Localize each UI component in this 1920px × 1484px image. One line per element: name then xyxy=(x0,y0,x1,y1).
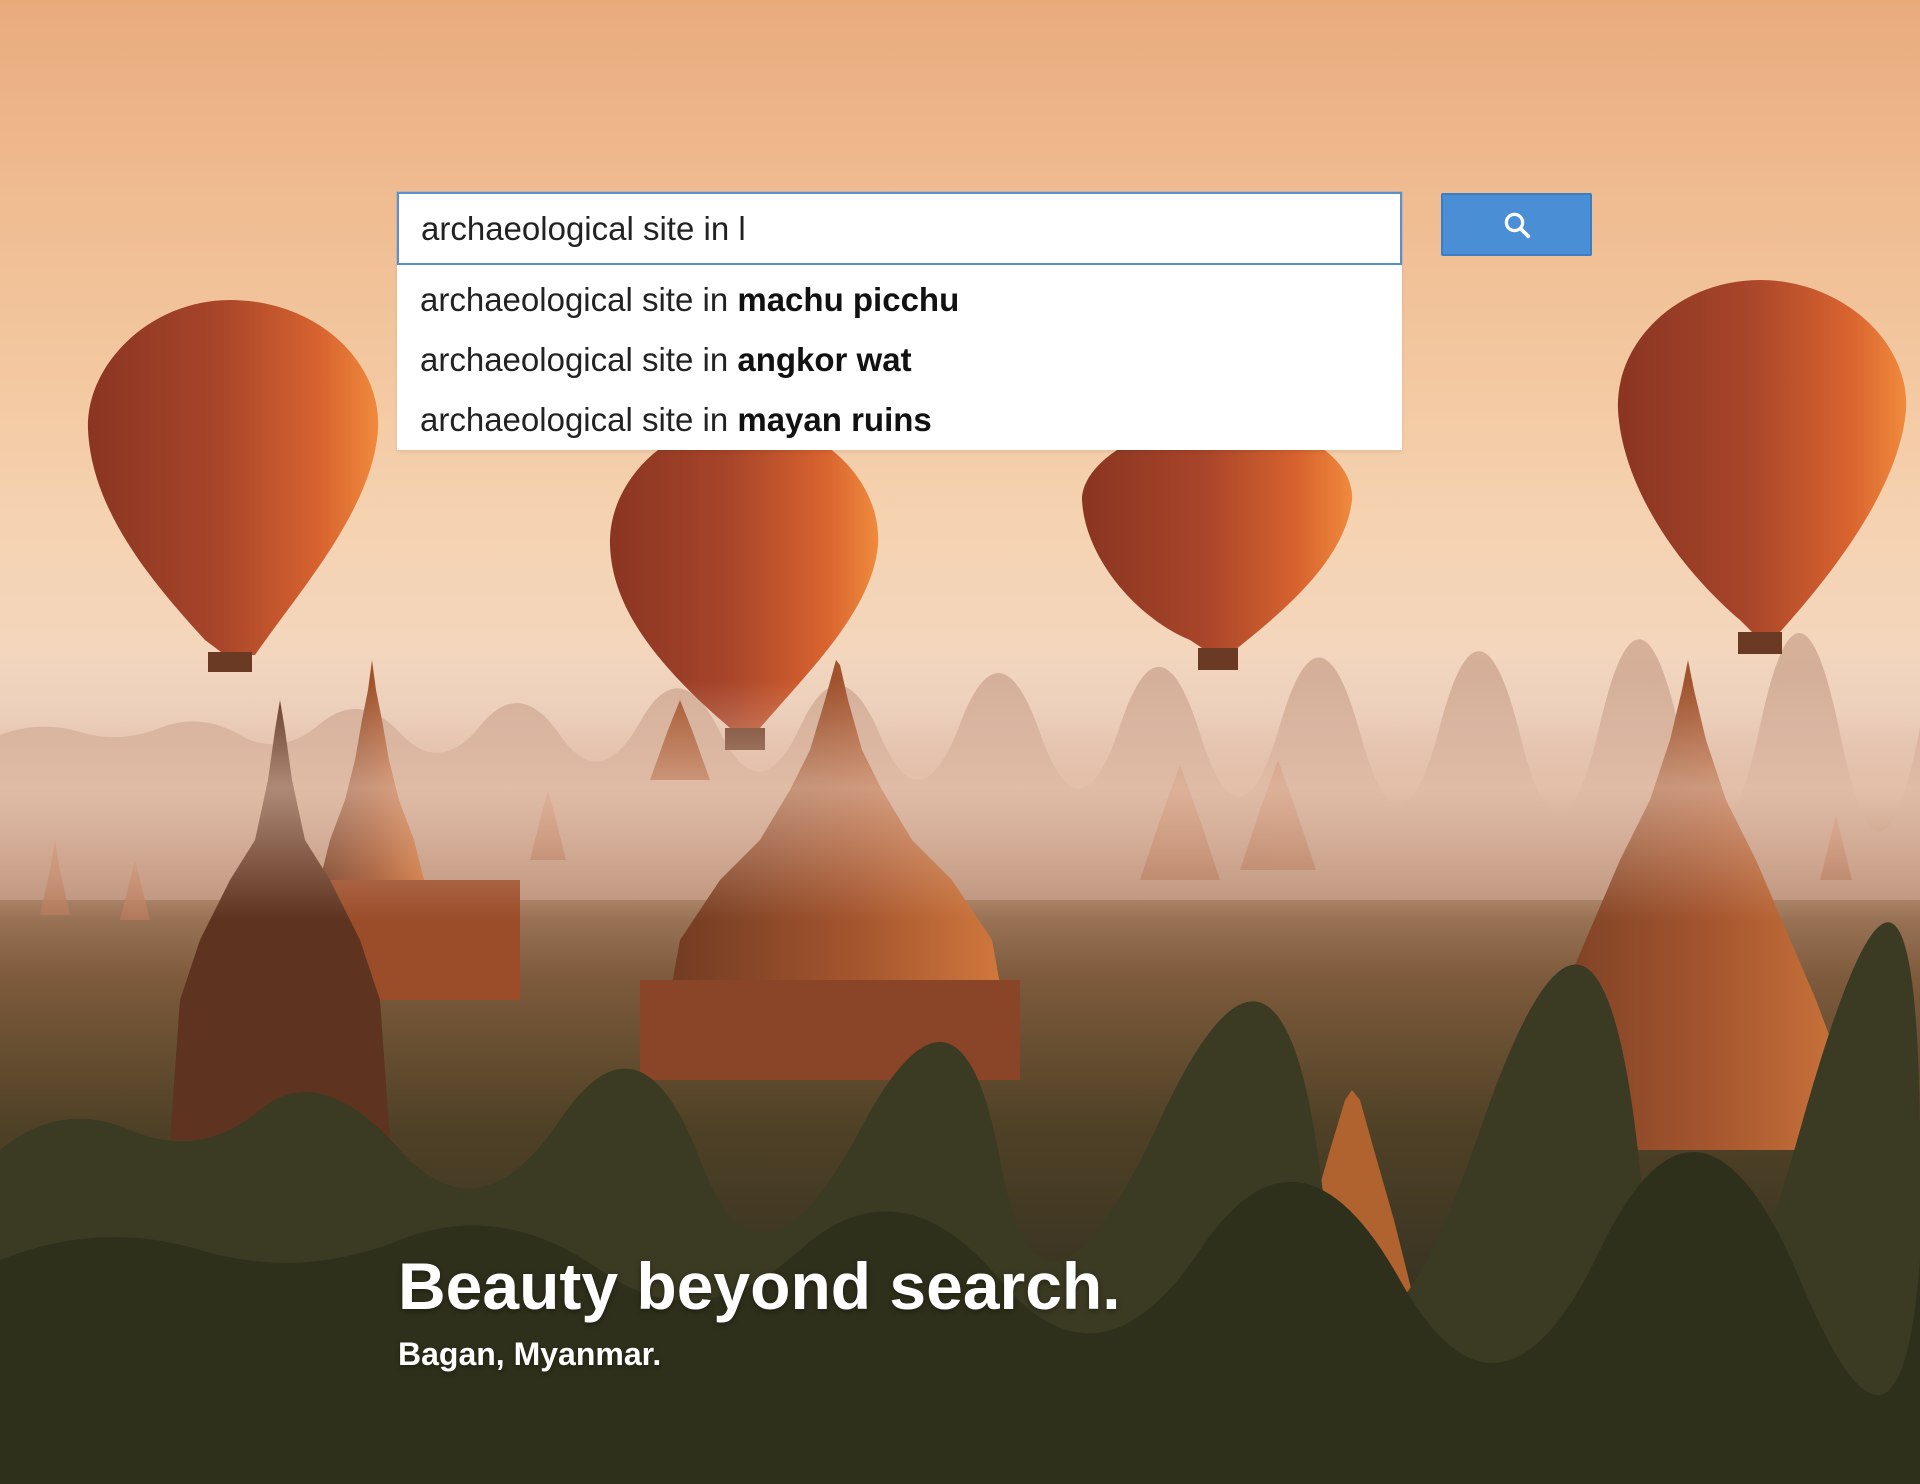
suggestion-completion: machu picchu xyxy=(737,281,960,318)
autocomplete-dropdown: archaeological site in machu picchu arch… xyxy=(397,265,1402,450)
suggestion-item[interactable]: archaeological site in angkor wat xyxy=(397,331,1402,391)
suggestion-prefix: archaeological site in xyxy=(420,281,738,318)
search-button[interactable] xyxy=(1441,193,1592,256)
search-input[interactable] xyxy=(397,192,1402,265)
suggestion-prefix: archaeological site in xyxy=(420,341,738,378)
suggestion-completion: mayan ruins xyxy=(737,401,932,438)
hero-location: Bagan, Myanmar. xyxy=(398,1336,662,1372)
suggestion-completion: angkor wat xyxy=(737,341,912,378)
hero-tagline: Beauty beyond search. xyxy=(398,1249,1121,1323)
suggestion-prefix: archaeological site in xyxy=(420,401,738,438)
suggestion-item[interactable]: archaeological site in mayan ruins xyxy=(397,391,1402,451)
search-icon xyxy=(1504,212,1530,238)
suggestion-item[interactable]: archaeological site in machu picchu xyxy=(397,271,1402,331)
mist-layer xyxy=(0,680,1920,920)
